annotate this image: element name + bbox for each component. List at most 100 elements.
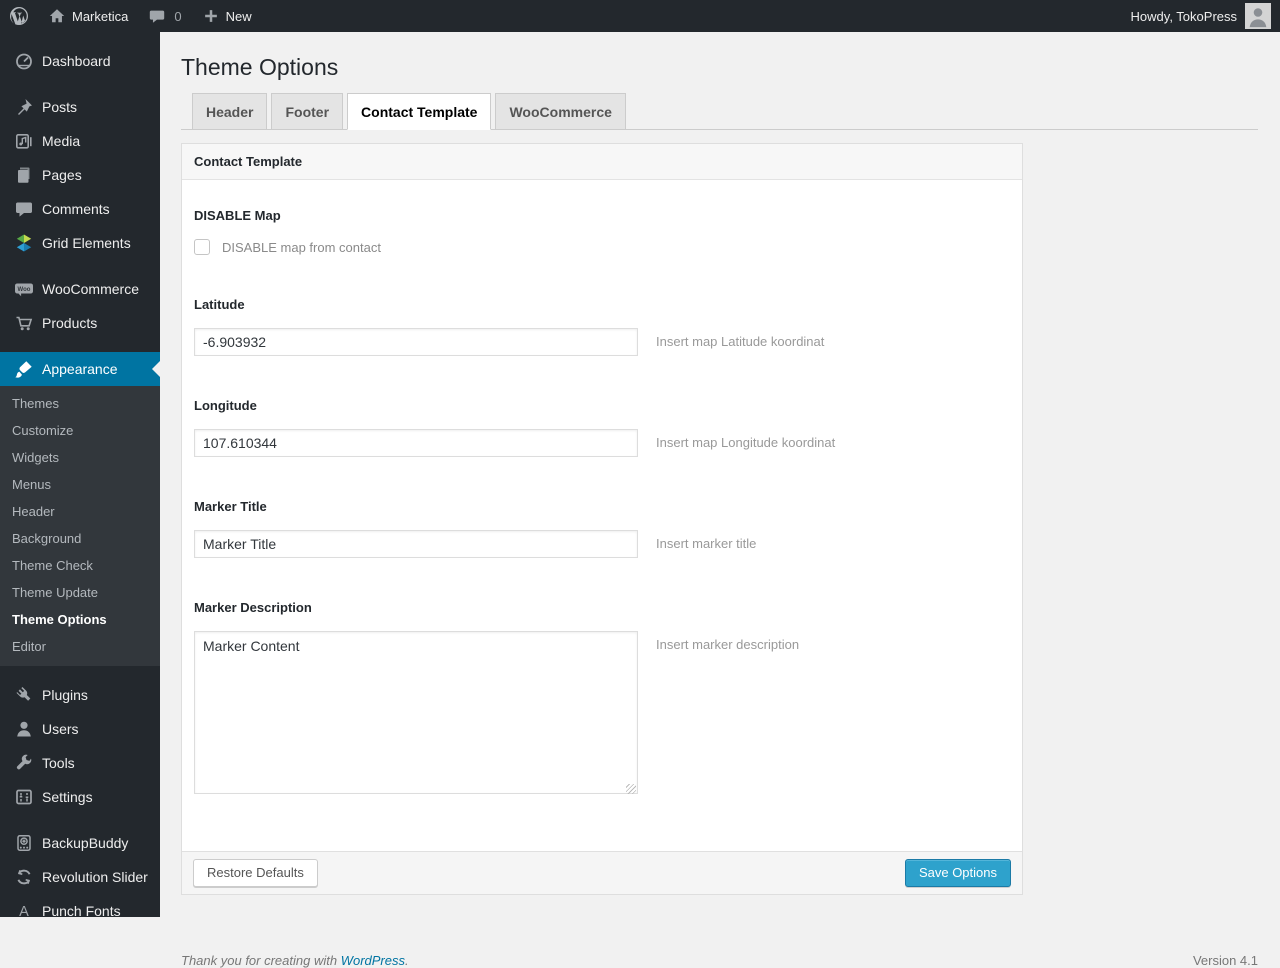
sidebar-item-grid-elements[interactable]: Grid Elements (0, 226, 160, 260)
sidebar-item-posts[interactable]: Posts (0, 90, 160, 124)
tab-bar: Header Footer Contact Template WooCommerce (181, 93, 1258, 130)
admin-bar-site-menu[interactable]: Marketica (38, 0, 138, 32)
admin-bar-comments[interactable]: 0 (138, 0, 191, 32)
textarea-wrap: Marker Content (194, 631, 638, 799)
admin-bar: Marketica 0 New Howdy, TokoPress (0, 0, 1280, 32)
sidebar-item-products[interactable]: Products (0, 306, 160, 340)
field-hint: Insert marker title (656, 536, 757, 551)
checkbox-row: DISABLE map from contact (194, 239, 1010, 255)
page-footer: Thank you for creating with WordPress. V… (181, 953, 1258, 968)
plus-icon (202, 7, 220, 25)
wrench-icon (14, 753, 34, 773)
field-label: Marker Description (194, 600, 312, 615)
submenu-item-editor[interactable]: Editor (0, 634, 160, 661)
field-longitude: Longitude Insert map Longitude koordinat (194, 398, 1010, 457)
sidebar-item-label: Posts (42, 99, 78, 115)
plugin-icon (14, 685, 34, 705)
sidebar-item-label: Revolution Slider (42, 869, 148, 885)
sidebar-item-tools[interactable]: Tools (0, 746, 160, 780)
admin-bar-new-button[interactable]: New (192, 0, 262, 32)
backupbuddy-icon (14, 833, 34, 853)
sidebar-item-label: Tools (42, 755, 75, 771)
sidebar-item-dashboard[interactable]: Dashboard (0, 44, 160, 78)
tab-woocommerce[interactable]: WooCommerce (495, 93, 626, 129)
longitude-input[interactable] (194, 429, 638, 457)
latitude-input[interactable] (194, 328, 638, 356)
sidebar-item-label: Grid Elements (42, 235, 131, 251)
contact-template-panel: Contact Template DISABLE Map DISABLE map … (181, 143, 1023, 895)
field-marker-title: Marker Title Insert marker title (194, 499, 1010, 558)
save-options-button[interactable]: Save Options (904, 859, 1011, 887)
field-hint: Insert marker description (656, 637, 800, 652)
sidebar-item-pages[interactable]: Pages (0, 158, 160, 192)
submenu-item-theme-check[interactable]: Theme Check (0, 553, 160, 580)
menu-separator (0, 340, 160, 352)
svg-text:Woo: Woo (18, 287, 31, 293)
sidebar-item-label: WooCommerce (42, 281, 139, 297)
menu-separator (0, 814, 160, 826)
panel-footer: Restore Defaults Save Options (182, 851, 1022, 894)
marker-description-textarea[interactable]: Marker Content (194, 631, 638, 794)
pages-icon (14, 165, 34, 185)
tab-header[interactable]: Header (192, 93, 268, 129)
submenu-item-theme-update[interactable]: Theme Update (0, 580, 160, 607)
brush-icon (14, 359, 34, 379)
disable-map-checkbox[interactable] (194, 239, 210, 255)
sidebar-item-comments[interactable]: Comments (0, 192, 160, 226)
wordpress-logo-button[interactable] (0, 0, 38, 32)
thanks-prefix: Thank you for creating with (181, 953, 341, 968)
submenu-item-menus[interactable]: Menus (0, 472, 160, 499)
appearance-submenu: Themes Customize Widgets Menus Header Backgro… (0, 386, 160, 666)
howdy-text[interactable]: Howdy, TokoPress (1131, 9, 1237, 24)
submenu-item-themes[interactable]: Themes (0, 391, 160, 418)
sidebar-item-settings[interactable]: Settings (0, 780, 160, 814)
sidebar-item-appearance[interactable]: Appearance (0, 352, 160, 386)
avatar[interactable] (1245, 3, 1271, 29)
new-label: New (225, 8, 252, 24)
sidebar-item-label: Settings (42, 789, 93, 805)
submenu-item-background[interactable]: Background (0, 526, 160, 553)
submenu-item-theme-options[interactable]: Theme Options (0, 607, 160, 634)
field-label: Latitude (194, 297, 245, 312)
pushpin-icon (14, 97, 34, 117)
wordpress-link[interactable]: WordPress (341, 953, 405, 968)
submenu-item-customize[interactable]: Customize (0, 418, 160, 445)
sidebar-item-punch-fonts[interactable]: A Punch Fonts (0, 894, 160, 928)
field-marker-description: Marker Description Marker Content Insert m… (194, 600, 1010, 799)
sidebar-item-label: Media (42, 133, 81, 149)
marker-title-input[interactable] (194, 530, 638, 558)
field-row: Marker Content Insert marker description (194, 631, 1010, 799)
sidebar-item-users[interactable]: Users (0, 712, 160, 746)
page-title: Theme Options (181, 54, 339, 80)
menu-separator (0, 78, 160, 90)
field-label: Marker Title (194, 499, 267, 514)
punch-fonts-icon: A (14, 901, 34, 921)
submenu-item-widgets[interactable]: Widgets (0, 445, 160, 472)
sidebar-item-plugins[interactable]: Plugins (0, 678, 160, 712)
restore-defaults-button[interactable]: Restore Defaults (193, 859, 318, 887)
revolution-slider-icon (14, 867, 34, 887)
sidebar-item-backupbuddy[interactable]: BackupBuddy (0, 826, 160, 860)
submenu-item-header[interactable]: Header (0, 499, 160, 526)
sidebar-item-label: Pages (42, 167, 82, 183)
sidebar-item-revolution-slider[interactable]: Revolution Slider (0, 860, 160, 894)
grid-elements-icon (14, 233, 34, 253)
tab-contact-template[interactable]: Contact Template (347, 93, 492, 130)
field-latitude: Latitude Insert map Latitude koordinat (194, 297, 1010, 356)
field-hint: Insert map Longitude koordinat (656, 435, 836, 450)
sidebar-item-media[interactable]: Media (0, 124, 160, 158)
field-label: DISABLE Map (194, 208, 281, 223)
tab-footer[interactable]: Footer (271, 93, 344, 129)
woocommerce-icon: Woo (14, 279, 34, 299)
dashboard-icon (14, 51, 34, 71)
menu-separator (0, 260, 160, 272)
version-text: Version 4.1 (1192, 953, 1258, 968)
sidebar-item-woocommerce[interactable]: Woo WooCommerce (0, 272, 160, 306)
user-icon (14, 719, 34, 739)
wordpress-logo-icon (9, 6, 29, 26)
field-row: Insert map Latitude koordinat (194, 328, 1010, 356)
sidebar-item-label: BackupBuddy (42, 835, 129, 851)
sidebar-item-label: Users (42, 721, 79, 737)
sidebar-item-label: Dashboard (42, 53, 111, 69)
field-disable-map: DISABLE Map DISABLE map from contact (194, 208, 1010, 255)
